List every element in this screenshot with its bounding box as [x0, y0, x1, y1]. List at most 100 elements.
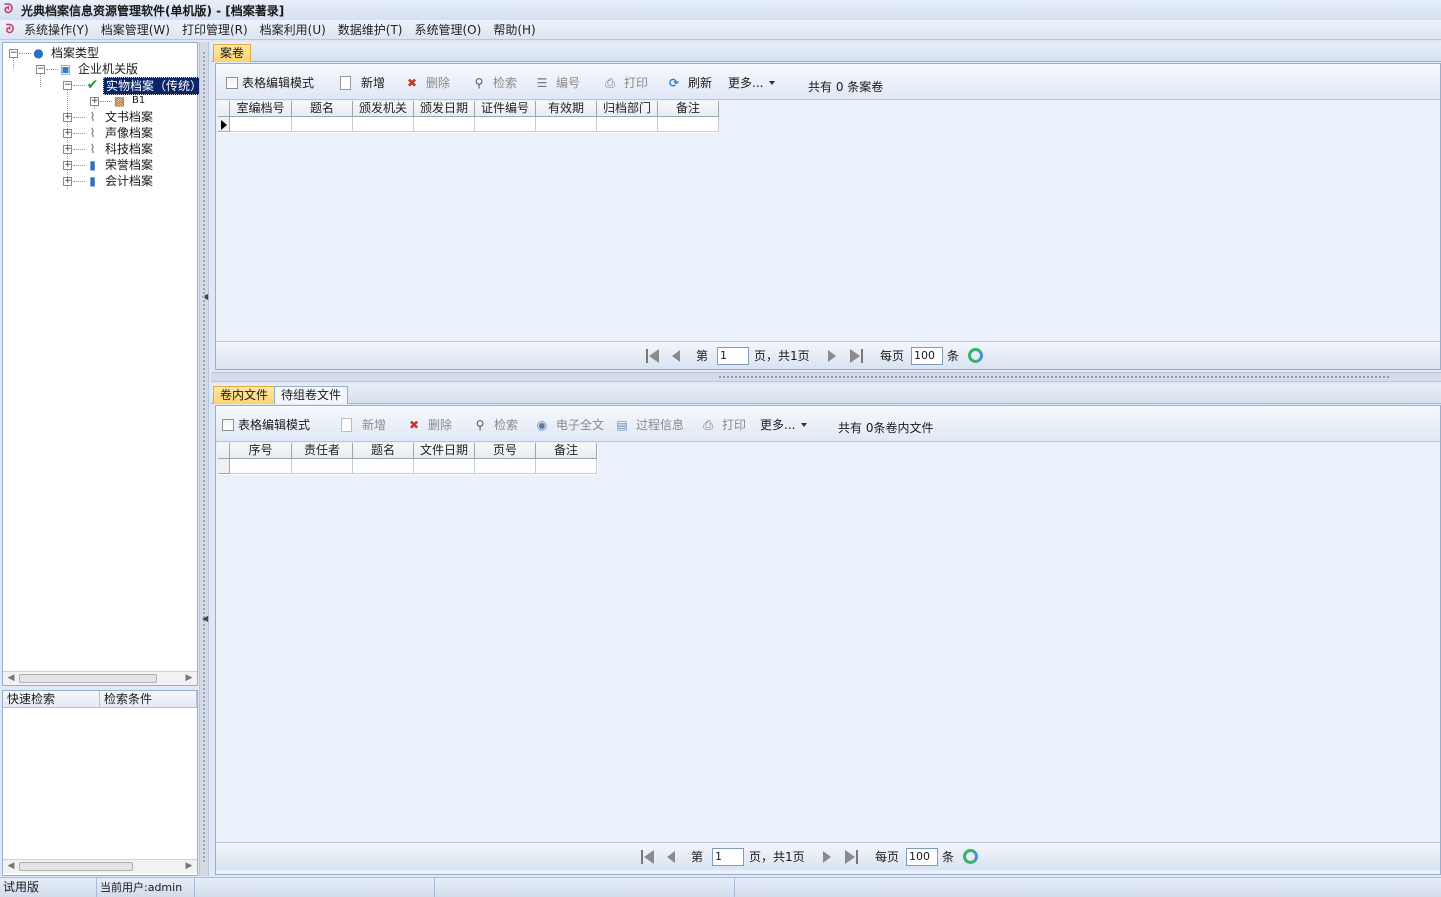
tree-node-audiovisual-archive[interactable]: + ⌇ 声像档案	[7, 125, 197, 141]
app-menu-icon[interactable]: ᘑ	[2, 22, 18, 37]
collapse-icon[interactable]: −	[63, 81, 72, 90]
grid-edit-mode-checkbox[interactable]: 表格编辑模式	[222, 416, 310, 434]
next-page-icon[interactable]	[828, 349, 838, 363]
table-row[interactable]	[218, 117, 719, 132]
tree-node-org[interactable]: − ▣ 企业机关版	[7, 61, 197, 77]
column-header[interactable]: 证件编号	[475, 101, 536, 117]
scroll-right-icon[interactable]: ▶	[183, 860, 195, 873]
table-row[interactable]	[218, 459, 597, 474]
checkbox-icon[interactable]	[222, 419, 234, 431]
tree-node-physical-archive[interactable]: − ✔ 实物档案（传统）	[7, 77, 206, 95]
column-header[interactable]: 有效期	[536, 101, 597, 117]
tree-node-document-archive[interactable]: + ⌇ 文书档案	[7, 109, 197, 125]
title-bar: ᘑ 光典档案信息资源管理软件(单机版) - [档案著录]	[0, 0, 1441, 20]
tab-pending-files[interactable]: 待组卷文件	[274, 386, 349, 404]
fulltext-button[interactable]: ◉ 电子全文	[534, 416, 604, 434]
number-button[interactable]: ☰ 编号	[534, 74, 580, 92]
column-header[interactable]: 题名	[292, 101, 353, 117]
process-info-button[interactable]: ▤ 过程信息	[614, 416, 684, 434]
tree-node-technology-archive[interactable]: + ⌇ 科技档案	[7, 141, 197, 157]
column-header[interactable]: 备注	[536, 443, 597, 459]
horizontal-splitter[interactable]	[211, 372, 1441, 382]
more-dropdown[interactable]: 更多...	[760, 416, 808, 434]
search-button[interactable]: ⚲ 检索	[472, 416, 518, 434]
expand-icon[interactable]: +	[63, 129, 72, 138]
splitter-collapse-icon[interactable]: ◀	[202, 614, 208, 624]
tree-node-b1[interactable]: + ▩ B1	[7, 93, 197, 109]
add-button[interactable]: 新增	[340, 74, 385, 92]
expand-icon[interactable]: +	[63, 177, 72, 186]
column-header[interactable]: 颁发日期	[414, 101, 475, 117]
scroll-left-icon[interactable]: ◀	[5, 672, 17, 685]
previous-page-icon[interactable]	[667, 850, 677, 864]
column-header[interactable]: 颁发机关	[353, 101, 414, 117]
menu-system-admin[interactable]: 系统管理(O)	[409, 21, 488, 38]
tree-node-root[interactable]: − ● 档案类型	[7, 45, 197, 61]
refresh-button[interactable]: ⟳ 刷新	[666, 74, 712, 92]
tab-search-conditions[interactable]: 检索条件	[100, 691, 197, 707]
expand-icon[interactable]: +	[63, 113, 72, 122]
page-number-input[interactable]: 1	[717, 347, 749, 365]
collapse-icon[interactable]: −	[36, 65, 45, 74]
search-button[interactable]: ⚲ 检索	[471, 74, 517, 92]
scroll-thumb[interactable]	[19, 674, 157, 683]
status-bar: 试用版 当前用户:admin	[0, 877, 1441, 897]
window-title: 光典档案信息资源管理软件(单机版) - [档案著录]	[21, 3, 285, 18]
tab-quick-search[interactable]: 快速检索	[3, 691, 100, 707]
tab-volume-files[interactable]: 卷内文件	[213, 386, 276, 404]
checkbox-icon[interactable]	[226, 77, 238, 89]
more-dropdown[interactable]: 更多...	[728, 74, 776, 92]
column-header[interactable]: 备注	[658, 101, 719, 117]
tab-volumes[interactable]: 案卷	[213, 44, 252, 62]
menu-help[interactable]: 帮助(H)	[487, 21, 541, 38]
delete-button[interactable]: ✖ 删除	[404, 74, 450, 92]
binoculars-icon: ⚲	[474, 76, 484, 90]
volume-grid-header: 室编档号 题名 颁发机关 颁发日期 证件编号 有效期 归档部门 备注	[218, 101, 719, 117]
checkmark-icon: ✔	[86, 77, 99, 93]
page-number-input[interactable]: 1	[712, 848, 744, 866]
first-page-icon[interactable]	[646, 349, 660, 363]
search-horizontal-scrollbar[interactable]: ◀ ▶	[3, 859, 197, 873]
tree-node-honor-archive[interactable]: + ▮ 荣誉档案	[7, 157, 197, 173]
grid-edit-mode-checkbox[interactable]: 表格编辑模式	[226, 74, 314, 92]
pager-refresh-icon[interactable]	[963, 849, 978, 864]
globe-icon: ◉	[536, 418, 548, 432]
menu-system-ops[interactable]: 系统操作(Y)	[18, 21, 95, 38]
collapse-icon[interactable]: −	[9, 49, 18, 58]
expand-icon[interactable]: +	[63, 161, 72, 170]
column-header[interactable]: 页号	[475, 443, 536, 459]
last-page-icon[interactable]	[850, 349, 864, 363]
per-page-input[interactable]: 100	[906, 848, 938, 866]
menu-print-mgmt[interactable]: 打印管理(R)	[176, 21, 254, 38]
paperclip-icon: ⌇	[89, 142, 96, 156]
column-header[interactable]: 文件日期	[414, 443, 475, 459]
menu-archive-use[interactable]: 档案利用(U)	[254, 21, 332, 38]
column-header[interactable]: 题名	[353, 443, 414, 459]
print-button[interactable]: ⎙ 打印	[700, 416, 746, 434]
print-button[interactable]: ⎙ 打印	[602, 74, 648, 92]
scroll-thumb[interactable]	[19, 862, 133, 871]
lower-tabstrip: 卷内文件 待组卷文件	[211, 384, 1441, 404]
last-page-icon[interactable]	[845, 850, 859, 864]
menu-archive-mgmt[interactable]: 档案管理(W)	[95, 21, 176, 38]
column-header[interactable]: 责任者	[292, 443, 353, 459]
column-header[interactable]: 序号	[230, 443, 292, 459]
delete-button[interactable]: ✖ 删除	[406, 416, 452, 434]
next-page-icon[interactable]	[823, 850, 833, 864]
column-header[interactable]: 归档部门	[597, 101, 658, 117]
per-page-input[interactable]: 100	[911, 347, 943, 365]
scroll-right-icon[interactable]: ▶	[183, 672, 195, 685]
vertical-splitter[interactable]: ◀ ◀	[199, 42, 209, 876]
expand-icon[interactable]: +	[63, 145, 72, 154]
scroll-left-icon[interactable]: ◀	[5, 860, 17, 873]
previous-page-icon[interactable]	[672, 349, 682, 363]
tree-horizontal-scrollbar[interactable]: ◀ ▶	[3, 671, 197, 685]
expand-icon[interactable]: +	[90, 97, 99, 106]
tree-node-accounting-archive[interactable]: + ▮ 会计档案	[7, 173, 197, 189]
pager-refresh-icon[interactable]	[968, 348, 983, 363]
menu-data-maintenance[interactable]: 数据维护(T)	[332, 21, 409, 38]
add-button[interactable]: 新增	[341, 416, 386, 434]
files-grid-header: 序号 责任者 题名 文件日期 页号 备注	[218, 443, 597, 459]
column-header[interactable]: 室编档号	[230, 101, 292, 117]
first-page-icon[interactable]	[641, 850, 655, 864]
